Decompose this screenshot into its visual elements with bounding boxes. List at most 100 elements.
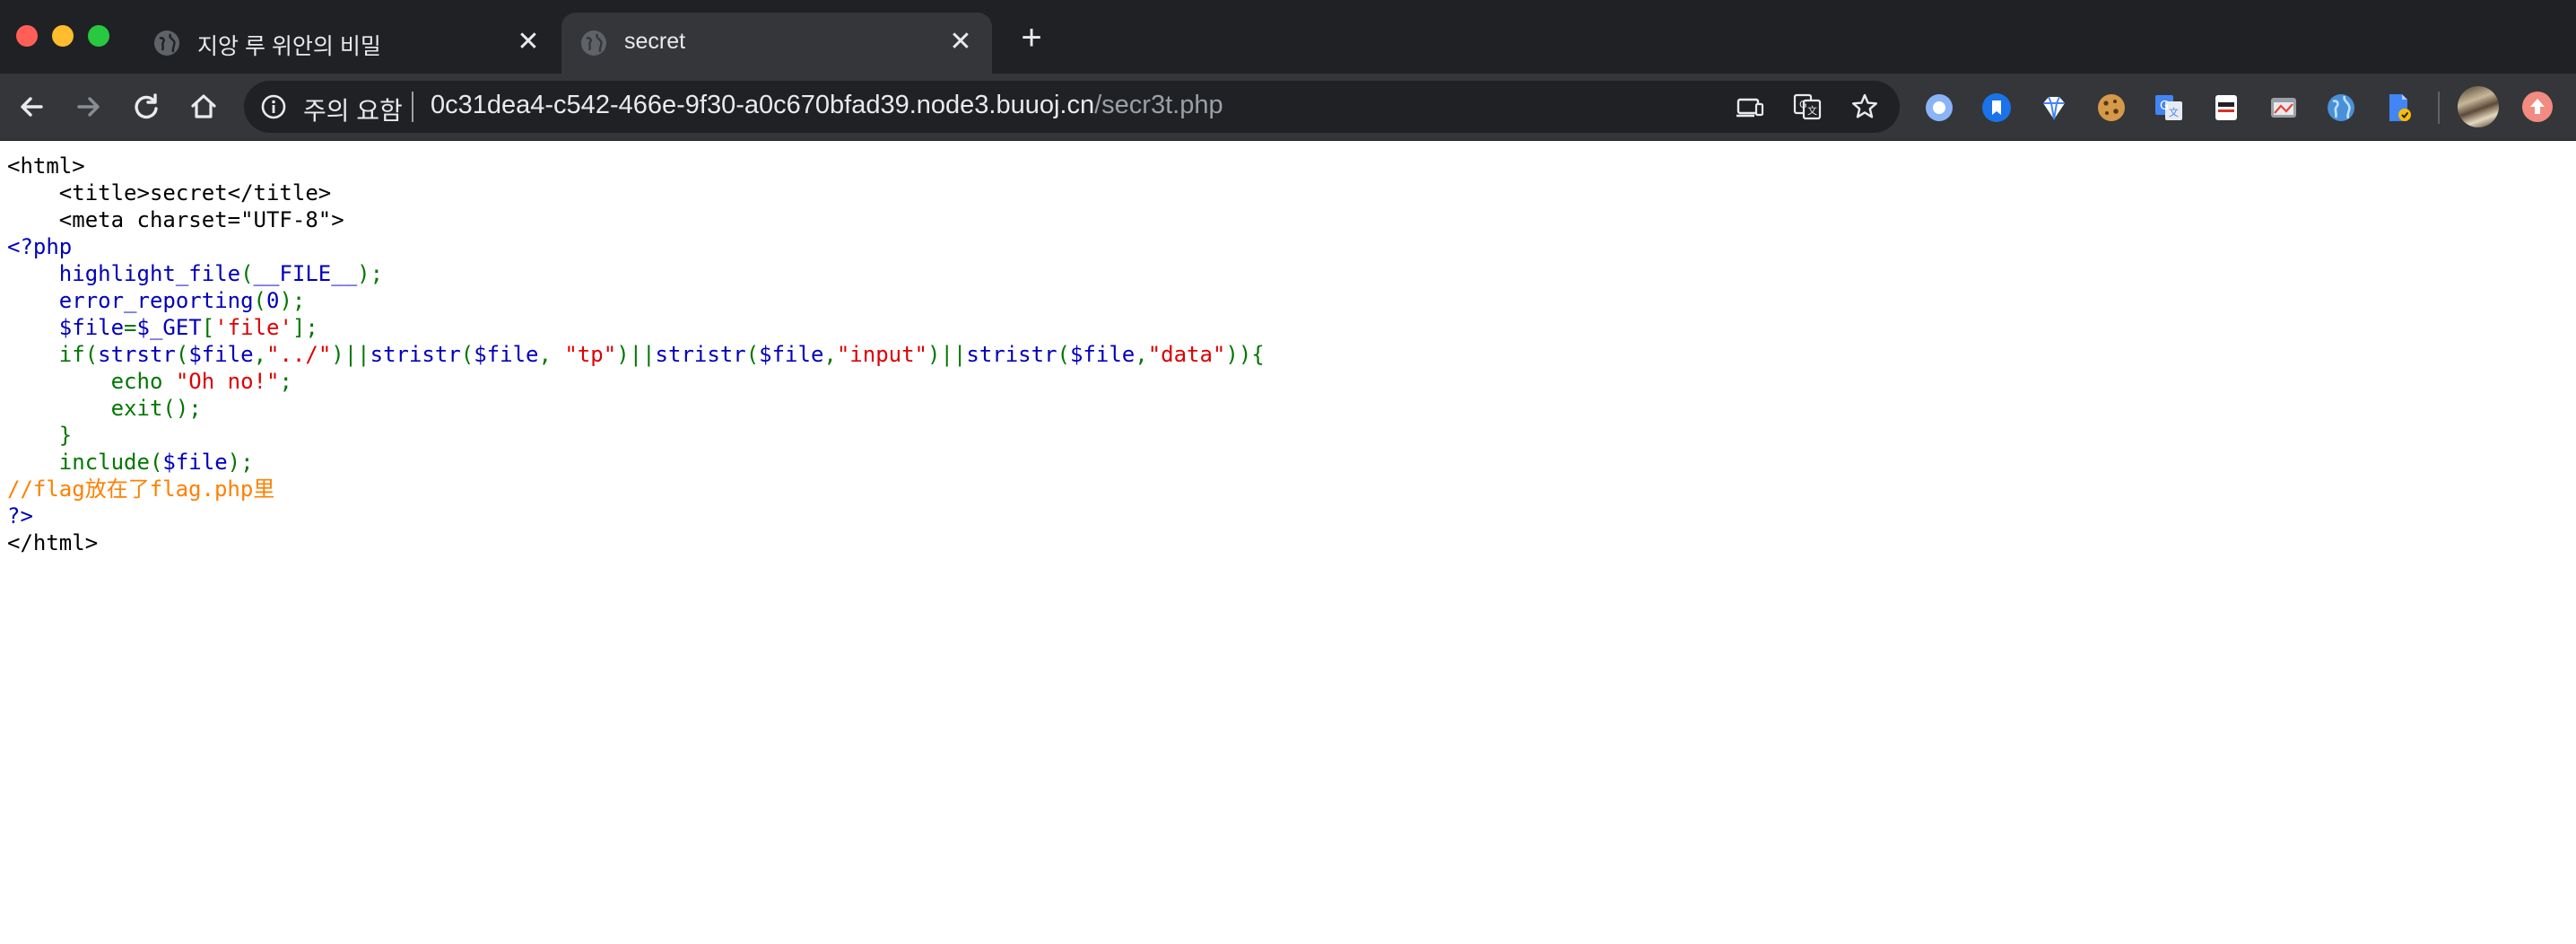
toolbar-divider	[2438, 92, 2440, 124]
code-token: [	[201, 315, 215, 340]
update-icon[interactable]	[2522, 92, 2553, 122]
code-token: exit();	[7, 396, 202, 421]
code-token: ];	[292, 315, 318, 340]
tab-strip: 지앙 루 위안의 비밀 ✕ secret ✕ +	[0, 0, 2576, 74]
code-token: (	[460, 342, 474, 367]
new-tab-button[interactable]: +	[1015, 20, 1048, 56]
code-token: )||	[331, 342, 370, 367]
code-line: <?php	[7, 233, 1265, 260]
code-token: }	[7, 423, 73, 448]
svg-text:G: G	[1799, 99, 1807, 110]
code-token: //flag放在了flag.php里	[7, 476, 275, 502]
code-token: ,	[253, 342, 267, 367]
code-token: "tp"	[564, 342, 617, 367]
code-token: (	[1057, 342, 1070, 367]
code-token: error_reporting	[7, 288, 254, 313]
code-line: echo "Oh no!";	[7, 368, 1265, 395]
code-token: ,	[538, 342, 565, 367]
cookie-extension-icon[interactable]	[2095, 92, 2128, 124]
code-token: highlight_file	[7, 261, 241, 286]
tab-title: 지앙 루 위안의 비밀	[197, 34, 381, 59]
close-icon[interactable]: ✕	[513, 27, 544, 57]
code-token: "Oh no!"	[175, 369, 280, 394]
code-token: if(	[7, 342, 99, 367]
code-token: )||	[616, 342, 656, 367]
address-bar[interactable]: 주의 요함 0c31dea4-c542-466e-9f30-a0c670bfad…	[244, 81, 1900, 133]
code-line: include($file);	[7, 449, 1265, 476]
forward-icon[interactable]	[70, 88, 108, 126]
file-extension-icon[interactable]	[2382, 92, 2415, 124]
window-maximize-button[interactable]	[88, 25, 109, 47]
code-token: <?php	[7, 234, 73, 259]
globe-icon	[581, 31, 606, 56]
code-token: stristr	[655, 342, 746, 367]
svg-text:文: 文	[1807, 104, 1817, 117]
code-line: error_reporting(0);	[7, 287, 1265, 314]
code-token: "input"	[836, 342, 928, 367]
code-token: (	[175, 342, 189, 367]
url-host: 0c31dea4-c542-466e-9f30-a0c670bfad39.nod…	[431, 91, 1095, 119]
url-text[interactable]: 0c31dea4-c542-466e-9f30-a0c670bfad39.nod…	[431, 91, 1223, 120]
code-token: );	[227, 450, 254, 475]
code-token: $file	[759, 342, 824, 367]
toolbar: 주의 요함 0c31dea4-c542-466e-9f30-a0c670bfad…	[0, 74, 2576, 141]
back-icon[interactable]	[13, 88, 50, 126]
code-token: (	[745, 342, 760, 367]
translate-icon[interactable]: G文	[1792, 92, 1823, 122]
code-token: );	[357, 261, 384, 286]
code-token: __FILE__	[253, 261, 358, 286]
diamond-extension-icon[interactable]	[2038, 92, 2070, 124]
code-token: "../"	[266, 342, 332, 367]
security-warning-label[interactable]: 주의 요함	[303, 92, 403, 127]
code-token: (	[240, 261, 254, 286]
reload-icon[interactable]	[127, 88, 165, 126]
bookmark-extension-icon[interactable]	[1980, 92, 2013, 124]
url-path: /secr3t.php	[1094, 91, 1223, 119]
code-line: //flag放在了flag.php里	[7, 476, 1265, 503]
code-token: 0	[266, 288, 280, 313]
code-line: highlight_file(__FILE__);	[7, 260, 1265, 287]
code-token: <html>	[7, 153, 85, 179]
home-icon[interactable]	[185, 88, 222, 126]
code-token: ?>	[7, 503, 33, 529]
window-extension-icon[interactable]	[2267, 92, 2300, 124]
code-token: stristr	[966, 342, 1057, 367]
code-token: (	[253, 288, 266, 313]
code-token: )){	[1225, 342, 1265, 367]
svg-text:G: G	[2160, 100, 2169, 113]
code-token: );	[279, 288, 306, 313]
mask-extension-icon[interactable]	[2210, 92, 2242, 124]
code-token: ,	[823, 342, 837, 367]
avatar[interactable]	[2458, 86, 2499, 127]
cast-icon[interactable]	[1735, 92, 1765, 122]
code-line: ?>	[7, 503, 1265, 529]
tab-active[interactable]: secret ✕	[561, 13, 992, 74]
tab-inactive[interactable]: 지앙 루 위안의 비밀 ✕	[135, 13, 560, 74]
star-icon[interactable]	[1849, 92, 1880, 122]
globe-icon	[154, 31, 179, 56]
window-minimize-button[interactable]	[52, 25, 74, 47]
close-icon[interactable]: ✕	[945, 27, 976, 57]
code-token: <meta charset="UTF-8">	[7, 207, 344, 232]
code-line: $file=$_GET['file'];	[7, 314, 1265, 341]
window-close-button[interactable]	[16, 25, 38, 47]
code-token: strstr	[98, 342, 176, 367]
code-token: $file	[474, 342, 539, 367]
ring-extension-icon[interactable]	[1923, 92, 1955, 124]
code-token: )||	[927, 342, 967, 367]
code-token: $file	[162, 450, 228, 475]
code-token: ;	[279, 369, 292, 394]
tab-title: secret	[624, 29, 686, 54]
code-token: <title>secret</title>	[7, 180, 332, 205]
code-line: if(strstr($file,"../")||stristr($file, "…	[7, 341, 1265, 368]
php-source-code: <html> <title>secret</title> <meta chars…	[7, 153, 1265, 556]
globe-extension-icon[interactable]	[2325, 92, 2357, 124]
code-token: $file	[188, 342, 254, 367]
code-token: 'file'	[214, 315, 292, 340]
code-token: $file	[1069, 342, 1136, 367]
code-line: <html>	[7, 153, 1265, 179]
code-token: stristr	[370, 342, 461, 367]
google-translate-extension-icon[interactable]: G文	[2153, 92, 2185, 124]
info-icon[interactable]	[260, 93, 287, 120]
code-line: <title>secret</title>	[7, 179, 1265, 206]
